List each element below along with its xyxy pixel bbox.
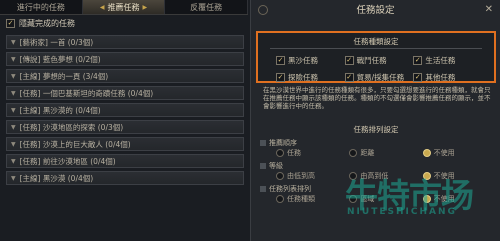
watermark-sub: NIUTESHICHANG [347,207,457,217]
radio-option[interactable]: 任務 [276,148,349,158]
quest-title: [任務] 前往沙漠地區 (0/4個) [19,156,116,166]
quest-type-option[interactable]: ✓ 其他任務 [413,72,482,83]
quest-row[interactable]: ▼ [傳說] 藍色夢想 (0/2個) [6,52,244,66]
checkbox[interactable]: ✓ [344,73,354,82]
checkbox[interactable]: ✓ [413,73,423,82]
tab-repeat[interactable]: 反覆任務 [165,0,249,14]
checkbox[interactable]: ✓ [344,56,354,65]
group-icon [260,162,266,169]
quest-title: [任務] 沙漠上的巨大敵人 (0/4個) [19,139,131,149]
quest-type-title: 任務種類設定 [270,36,482,49]
quest-type-option[interactable]: ✓ 生活任務 [413,55,482,66]
quest-row[interactable]: ▼ [任務] 前往沙漠地區 (0/4個) [6,154,244,168]
chevron-down-icon: ▼ [11,38,16,46]
radio[interactable] [276,148,284,157]
radio-option[interactable]: 距離 [349,148,422,158]
radio[interactable] [422,148,431,157]
radio[interactable] [276,171,284,180]
group-icon [260,139,266,146]
radio[interactable] [349,148,358,157]
quest-type-option[interactable]: ✓ 探險任務 [276,72,345,83]
chevron-down-icon: ▼ [11,157,16,165]
chevron-down-icon: ▼ [11,123,16,131]
panel-title: 任務設定 [356,5,395,16]
checkbox[interactable]: ✓ [413,56,423,65]
quest-list: ▼ [藝術家] 一首 (0/3個) ▼ [傳說] 藍色夢想 (0/2個) ▼ [主線]… [6,35,244,188]
tab-indicator-icon: ▶ [142,3,148,11]
quest-title: [主線] 黑沙漠的 (0/4個) [19,105,101,115]
hide-completed-label: 隱藏完成的任務 [19,19,75,28]
order-group: 推薦順序 任務 距離 不使用 [256,138,496,158]
tab-indicator-icon: ◀ [99,3,105,11]
tab-in-progress[interactable]: 進行中的任務 [0,0,83,14]
quest-row[interactable]: ▼ [主線] 黑沙漠 (0/4個) [6,171,244,185]
quest-title: [主線] 夢想的一頁 (3/4個) [19,71,109,81]
hide-completed-row[interactable]: ✓ 隱藏完成的任務 [6,18,75,29]
quest-title: [任務] 一個巴基斯坦的奇蹟任務 (0/4個) [19,88,154,98]
radio[interactable] [276,194,284,203]
quest-row[interactable]: ▼ [任務] 沙漠上的巨大敵人 (0/4個) [6,137,244,151]
chevron-down-icon: ▼ [11,174,16,182]
radio-option[interactable]: 由低到高 [276,171,349,181]
quest-tabs: 進行中的任務 ◀ 推薦任務 ▶ 反覆任務 [0,0,249,15]
chevron-down-icon: ▼ [11,106,16,114]
quest-title: [傳說] 藍色夢想 (0/2個) [19,54,101,64]
hide-completed-checkbox[interactable]: ✓ [6,19,15,28]
quest-row[interactable]: ▼ [任務] 一個巴基斯坦的奇蹟任務 (0/4個) [6,86,244,100]
close-icon[interactable]: ✕ [485,4,493,15]
chevron-down-icon: ▼ [11,72,16,80]
quest-type-option[interactable]: ✓ 貿易/採集任務 [344,72,414,83]
quest-type-option[interactable]: ✓ 黑沙任務 [276,55,345,66]
quest-row[interactable]: ▼ [主線] 黑沙漠的 (0/4個) [6,103,244,117]
order-title: 任務排列設定 [353,125,399,134]
quest-title: [主線] 黑沙漠 (0/4個) [19,173,94,183]
chevron-down-icon: ▼ [11,55,16,63]
chevron-down-icon: ▼ [11,140,16,148]
settings-description: 在黑沙漠世界中進行的任務種類有很多，只要勾選想要進行的任務種類，就會只在推薦任務… [263,86,491,110]
quest-row[interactable]: ▼ [任務] 沙漠地區的探索 (0/3個) [6,120,244,134]
radio-option[interactable]: 任務種類 [276,194,349,204]
chevron-down-icon: ▼ [11,89,16,97]
tab-recommended[interactable]: ◀ 推薦任務 ▶ [82,0,166,14]
radio-option[interactable]: 不使用 [422,148,496,158]
quest-type-option[interactable]: ✓ 戰鬥任務 [344,55,414,66]
quest-row[interactable]: ▼ [藝術家] 一首 (0/3個) [6,35,244,49]
quest-row[interactable]: ▼ [主線] 夢想的一頁 (3/4個) [6,69,244,83]
quest-title: [任務] 沙漠地區的探索 (0/3個) [19,122,124,132]
checkbox[interactable]: ✓ [276,56,285,65]
quest-title: [藝術家] 一首 (0/3個) [19,37,94,47]
checkbox[interactable]: ✓ [276,73,285,82]
group-icon [260,185,266,192]
quest-type-settings: 任務種類設定 ✓ 黑沙任務 ✓ 戰鬥任務 ✓ 生活任務 ✓ 探險任務 ✓ 貿易/採集任務 … [256,31,496,83]
